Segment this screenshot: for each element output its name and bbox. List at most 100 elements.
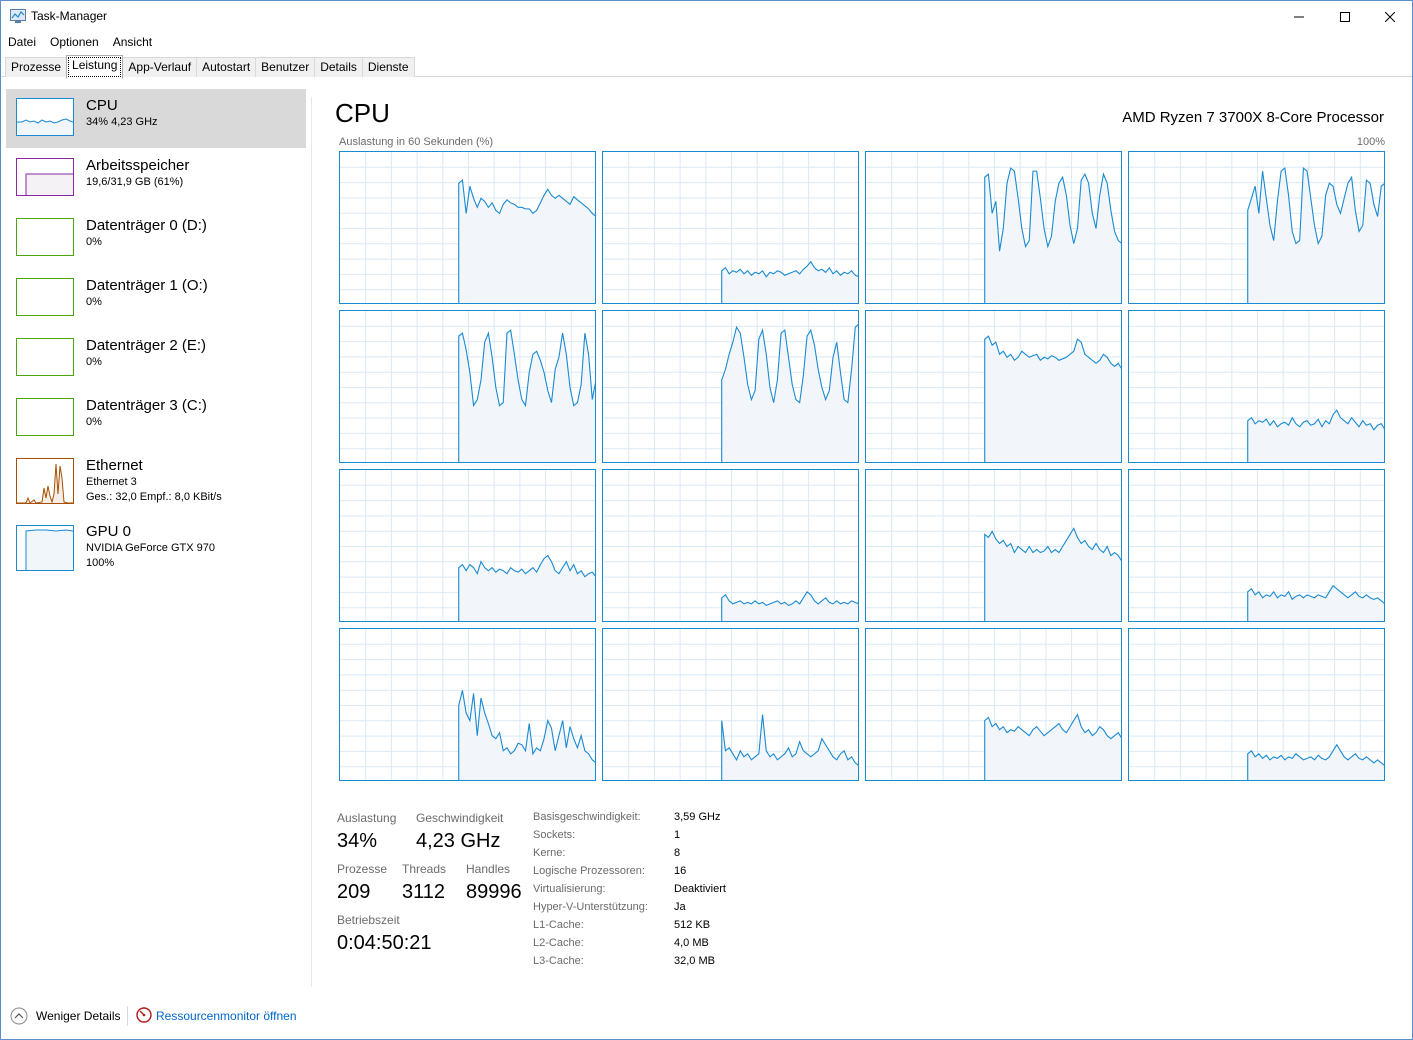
cores-label: Kerne: <box>533 847 566 859</box>
usage-area <box>1247 744 1384 780</box>
fewer-details-link[interactable]: Weniger Details <box>36 1009 120 1023</box>
usage-area <box>1247 585 1384 621</box>
core-usage-chart <box>603 629 858 780</box>
memory-thumbnail-graph <box>16 158 74 196</box>
tab-autostart[interactable]: Autostart <box>196 57 257 77</box>
sidebar-divider <box>311 97 312 987</box>
disk-thumbnail-graph <box>16 218 74 256</box>
sidebar-item-disk-2[interactable]: Datenträger 2 (E:) 0% <box>6 329 306 388</box>
window-title: Task-Manager <box>31 9 108 23</box>
page-title: CPU <box>335 98 390 128</box>
resource-monitor-icon[interactable] <box>136 1007 152 1023</box>
maximize-button[interactable] <box>1322 1 1368 32</box>
uptime-label: Betriebszeit <box>337 913 400 927</box>
tab-details[interactable]: Details <box>314 57 363 77</box>
logical-processor-graph <box>602 469 859 622</box>
footer-bar: Weniger Details Ressourcenmonitor öffnen <box>1 1001 1412 1031</box>
threads-value: 3112 <box>402 881 446 903</box>
chevron-up-circle-icon[interactable] <box>10 1007 28 1025</box>
tab-bar: Prozesse Leistung App-Verlauf Autostart … <box>1 55 1412 79</box>
performance-sidebar: CPU 34% 4,23 GHz Arbeitsspeicher 19,6/31… <box>1 77 311 987</box>
core-usage-chart <box>340 629 595 780</box>
utilization-value: 34% <box>337 830 378 852</box>
uptime-value: 0:04:50:21 <box>337 932 432 954</box>
l2-cache-label: L2-Cache: <box>533 937 584 949</box>
task-manager-app-icon <box>10 9 26 23</box>
tab-app-verlauf[interactable]: App-Verlauf <box>122 57 198 77</box>
threads-label: Threads <box>402 862 447 876</box>
usage-area <box>984 528 1121 621</box>
minimize-button[interactable] <box>1276 1 1322 32</box>
processes-value: 209 <box>337 881 371 903</box>
sidebar-item-subtitle: NVIDIA GeForce GTX 970 <box>86 542 215 554</box>
sidebar-item-title: Ethernet <box>86 457 143 474</box>
sidebar-item-ethernet[interactable]: Ethernet Ethernet 3 Ges.: 32,0 Empf.: 8,… <box>6 449 306 515</box>
logical-processor-graph <box>339 628 596 781</box>
tab-prozesse[interactable]: Prozesse <box>5 57 68 77</box>
menu-datei[interactable]: Datei <box>1 33 43 51</box>
sidebar-item-title: CPU <box>86 97 118 114</box>
logical-processor-graph <box>865 151 1122 304</box>
usage-area <box>458 330 595 462</box>
core-usage-chart <box>866 311 1121 462</box>
hyperv-support-label: Hyper-V-Unterstützung: <box>533 901 648 913</box>
sidebar-item-disk-1[interactable]: Datenträger 1 (O:) 0% <box>6 269 306 328</box>
sidebar-item-subtitle: 19,6/31,9 GB (61%) <box>86 176 184 188</box>
sidebar-item-title: Datenträger 1 (O:) <box>86 277 208 294</box>
core-usage-chart <box>603 152 858 303</box>
logical-processor-graph <box>865 628 1122 781</box>
logical-processor-graph <box>602 151 859 304</box>
minimize-icon <box>1294 16 1304 17</box>
core-usage-chart <box>866 629 1121 780</box>
menu-ansicht[interactable]: Ansicht <box>106 33 159 51</box>
sidebar-item-cpu[interactable]: CPU 34% 4,23 GHz <box>6 89 306 148</box>
logical-processor-graph <box>1128 628 1385 781</box>
l2-cache-value: 4,0 MB <box>674 937 709 949</box>
sidebar-item-title: Datenträger 0 (D:) <box>86 217 207 234</box>
tab-dienste[interactable]: Dienste <box>361 57 415 77</box>
logical-processors-value: 16 <box>674 865 687 877</box>
graph-caption: Auslastung in 60 Sekunden (%) <box>339 136 494 148</box>
tab-benutzer[interactable]: Benutzer <box>255 57 316 77</box>
usage-area <box>721 591 858 621</box>
resource-monitor-link[interactable]: Ressourcenmonitor öffnen <box>156 1009 297 1023</box>
logical-processor-graph <box>865 469 1122 622</box>
disk-thumbnail-graph <box>16 338 74 376</box>
graph-max-label: 100% <box>1356 136 1385 148</box>
processes-label: Prozesse <box>337 862 388 876</box>
core-usage-chart <box>340 311 595 462</box>
tab-leistung[interactable]: Leistung <box>66 55 124 79</box>
core-usage-chart <box>866 470 1121 621</box>
logical-processor-graph <box>1128 151 1385 304</box>
handles-value: 89996 <box>466 881 522 903</box>
core-usage-chart <box>1129 152 1384 303</box>
handles-label: Handles <box>466 862 511 876</box>
menu-bar: Datei Optionen Ansicht <box>1 33 159 51</box>
ethernet-thumbnail-graph <box>16 458 74 504</box>
speed-value: 4,23 GHz <box>416 830 501 852</box>
sidebar-item-memory[interactable]: Arbeitsspeicher 19,6/31,9 GB (61%) <box>6 149 306 208</box>
close-button[interactable] <box>1367 1 1413 32</box>
usage-area <box>721 714 858 780</box>
core-usage-chart <box>340 152 595 303</box>
disk-thumbnail-graph <box>16 398 74 436</box>
logical-processor-graph <box>339 310 596 463</box>
sidebar-item-disk-3[interactable]: Datenträger 3 (C:) 0% <box>6 389 306 448</box>
logical-processor-graph <box>865 310 1122 463</box>
core-usage-chart <box>340 470 595 621</box>
sockets-label: Sockets: <box>533 829 576 841</box>
sidebar-item-subtitle: 0% <box>86 236 102 248</box>
title-bar: Task-Manager <box>1 1 1412 32</box>
footer-divider <box>127 1006 128 1026</box>
utilization-label: Auslastung <box>337 811 397 825</box>
logical-processor-graph <box>1128 469 1385 622</box>
virtualization-value: Deaktiviert <box>674 883 726 895</box>
close-icon <box>1385 11 1395 22</box>
virtualization-label: Virtualisierung: <box>533 883 606 895</box>
sidebar-item-title: GPU 0 <box>86 523 132 540</box>
core-usage-chart <box>603 470 858 621</box>
gpu-thumbnail-graph <box>16 525 74 571</box>
sidebar-item-gpu[interactable]: GPU 0 NVIDIA GeForce GTX 970 100% <box>6 517 306 577</box>
sidebar-item-disk-0[interactable]: Datenträger 0 (D:) 0% <box>6 209 306 268</box>
menu-optionen[interactable]: Optionen <box>43 33 106 51</box>
